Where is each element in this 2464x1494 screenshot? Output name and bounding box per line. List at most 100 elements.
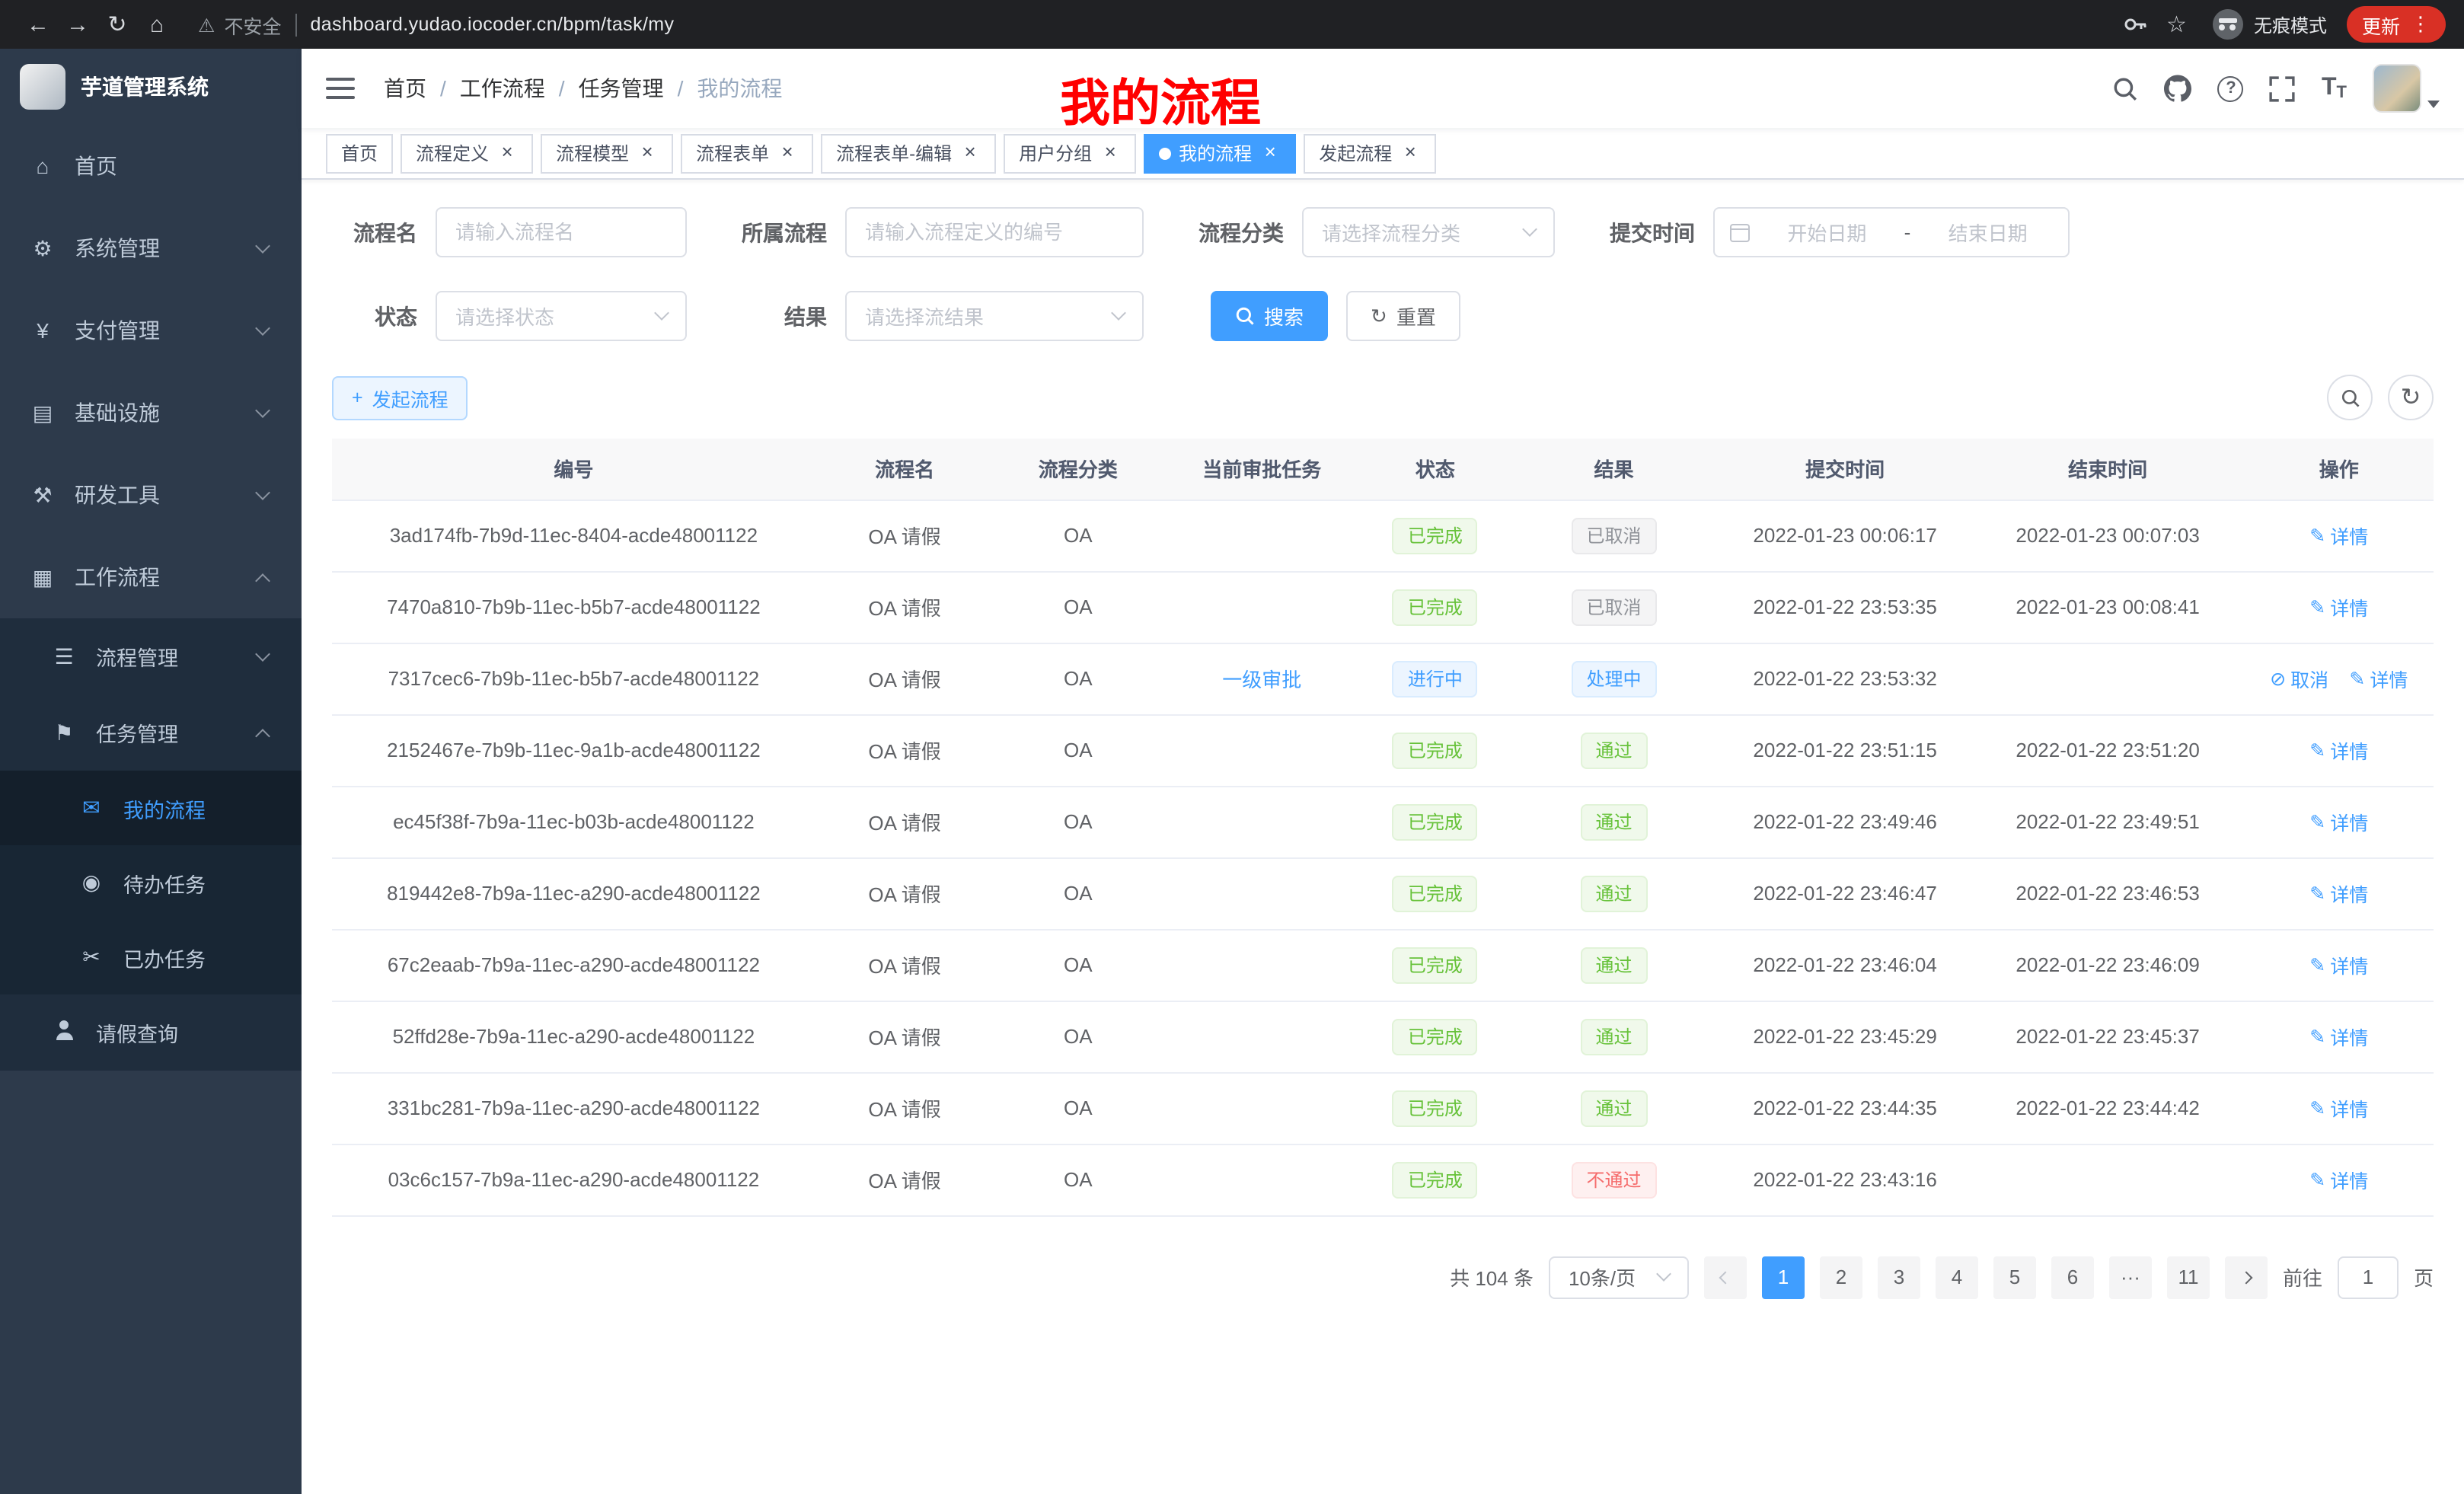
search-icon[interactable]	[2113, 75, 2139, 101]
app-logo-row[interactable]: 芋道管理系统	[0, 49, 302, 125]
cancel-link[interactable]: ⊘取消	[2270, 664, 2328, 693]
browser-menu-icon[interactable]: ⋮	[2411, 12, 2430, 37]
chevron-up-icon	[255, 573, 270, 588]
sidebar-item-system[interactable]: ⚙ 系统管理	[0, 207, 302, 289]
detail-link[interactable]: ✎详情	[2309, 1165, 2368, 1194]
parent-process-input[interactable]	[845, 207, 1144, 257]
chevron-up-icon	[255, 728, 270, 743]
sidebar-item-infrastructure[interactable]: ▤ 基础设施	[0, 372, 302, 454]
flag-icon: ⚑	[52, 720, 76, 745]
hide-search-button[interactable]	[2327, 375, 2373, 420]
page-button-3[interactable]: 3	[1878, 1256, 1920, 1298]
detail-link[interactable]: ✎详情	[2309, 1093, 2368, 1122]
jump-page-input[interactable]	[2338, 1256, 2399, 1298]
table-row: 2152467e-7b9b-11ec-9a1b-acde48001122 OA …	[332, 714, 2434, 786]
close-tab-icon[interactable]: ×	[1259, 142, 1281, 164]
current-task	[1162, 500, 1361, 571]
chevron-right-icon	[2239, 1271, 2252, 1284]
detail-link[interactable]: ✎详情	[2349, 664, 2408, 693]
incognito-badge[interactable]: 无痕模式	[2213, 9, 2327, 40]
result-tag: 已取消	[1572, 589, 1657, 625]
update-button[interactable]: 更新 ⋮	[2347, 6, 2446, 43]
sidebar-item-workflow[interactable]: ▦ 工作流程	[0, 536, 302, 618]
close-tab-icon[interactable]: ×	[1400, 142, 1421, 164]
user-menu[interactable]	[2373, 64, 2440, 113]
close-tab-icon[interactable]: ×	[959, 142, 981, 164]
result-select[interactable]: 请选择流结果	[845, 291, 1144, 341]
tab-my-process[interactable]: 我的流程 ×	[1144, 133, 1296, 173]
category-select[interactable]: 请选择流程分类	[1302, 207, 1555, 257]
status-select[interactable]: 请选择状态	[436, 291, 687, 341]
address-bar[interactable]: ⚠ 不安全 dashboard.yudao.iocoder.cn/bpm/tas…	[198, 10, 2122, 39]
font-size-icon[interactable]: TT	[2322, 75, 2347, 102]
sidebar-item-home[interactable]: ⌂ 首页	[0, 125, 302, 207]
page-button-4[interactable]: 4	[1936, 1256, 1978, 1298]
detail-link[interactable]: ✎详情	[2309, 521, 2368, 550]
reset-button[interactable]: ↻ 重置	[1346, 291, 1460, 341]
sidebar-item-done-tasks[interactable]: ✂ 已办任务	[0, 920, 302, 994]
tab-user-group[interactable]: 用户分组 ×	[1004, 133, 1136, 173]
detail-link[interactable]: ✎详情	[2309, 1022, 2368, 1051]
current-task-link[interactable]: 一级审批	[1222, 669, 1301, 691]
detail-link[interactable]: ✎详情	[2309, 592, 2368, 621]
filter-category: 流程分类 请选择流程分类	[1186, 207, 1555, 257]
sidebar-item-task-management[interactable]: ⚑ 任务管理	[0, 694, 302, 771]
tab-process-model[interactable]: 流程模型 ×	[541, 133, 673, 173]
breadcrumb-home[interactable]: 首页	[384, 73, 426, 104]
start-process-button[interactable]: + 发起流程	[332, 375, 468, 420]
submit-time-range-picker[interactable]: 开始日期 - 结束日期	[1713, 207, 2070, 257]
bookmark-star-icon[interactable]: ☆	[2166, 11, 2187, 38]
more-pages-button[interactable]: ···	[2109, 1256, 2152, 1298]
browser-back-icon[interactable]: ←	[18, 11, 58, 37]
sidebar-item-payment[interactable]: ¥ 支付管理	[0, 289, 302, 372]
sidebar-item-process-management[interactable]: ☰ 流程管理	[0, 618, 302, 694]
close-tab-icon[interactable]: ×	[777, 142, 798, 164]
detail-link[interactable]: ✎详情	[2309, 950, 2368, 979]
process-name-input[interactable]	[436, 207, 687, 257]
search-button[interactable]: 搜索	[1211, 291, 1328, 341]
tab-home[interactable]: 首页	[326, 133, 393, 173]
next-page-button[interactable]	[2225, 1256, 2268, 1298]
browser-home-icon[interactable]: ⌂	[137, 11, 177, 37]
close-tab-icon[interactable]: ×	[496, 142, 518, 164]
page-button-6[interactable]: 6	[2051, 1256, 2094, 1298]
help-icon[interactable]: ?	[2218, 75, 2244, 101]
detail-link[interactable]: ✎详情	[2309, 879, 2368, 908]
browser-forward-icon[interactable]: →	[58, 11, 97, 37]
sidebar-item-todo-tasks[interactable]: ◉ 待办任务	[0, 845, 302, 920]
fullscreen-icon[interactable]	[2270, 75, 2296, 101]
tab-process-form-edit[interactable]: 流程表单-编辑 ×	[821, 133, 996, 173]
tab-start-process[interactable]: 发起流程 ×	[1304, 133, 1436, 173]
page-button-1[interactable]: 1	[1762, 1256, 1805, 1298]
hamburger-icon[interactable]	[326, 78, 355, 99]
detail-link[interactable]: ✎详情	[2309, 736, 2368, 765]
page-size-select[interactable]: 10条/页	[1549, 1256, 1689, 1298]
sidebar-item-devtools[interactable]: ⚒ 研发工具	[0, 454, 302, 536]
close-tab-icon[interactable]: ×	[1100, 142, 1121, 164]
address-url[interactable]: dashboard.yudao.iocoder.cn/bpm/task/my	[310, 14, 674, 35]
process-category: OA	[994, 786, 1162, 857]
process-id: 331bc281-7b9a-11ec-a290-acde48001122	[332, 1072, 815, 1144]
breadcrumb-workflow[interactable]: 工作流程	[460, 73, 545, 104]
page-button-5[interactable]: 5	[1993, 1256, 2036, 1298]
prev-page-button[interactable]	[1704, 1256, 1747, 1298]
tab-process-definition[interactable]: 流程定义 ×	[401, 133, 533, 173]
refresh-icon: ↻	[2401, 382, 2421, 413]
breadcrumb-task-management[interactable]: 任务管理	[579, 73, 664, 104]
page-button-2[interactable]: 2	[1820, 1256, 1862, 1298]
sidebar-item-leave-query[interactable]: 请假查询	[0, 994, 302, 1071]
browser-reload-icon[interactable]: ↻	[97, 11, 137, 38]
edit-icon: ✎	[2309, 1168, 2325, 1191]
refresh-button[interactable]: ↻	[2388, 375, 2434, 420]
tab-process-form[interactable]: 流程表单 ×	[681, 133, 813, 173]
avatar[interactable]	[2373, 64, 2421, 113]
security-status[interactable]: ⚠ 不安全	[198, 10, 281, 39]
page-button-11[interactable]: 11	[2167, 1256, 2210, 1298]
detail-link[interactable]: ✎详情	[2309, 807, 2368, 836]
chevron-down-icon	[654, 305, 669, 321]
sidebar-item-my-process[interactable]: ✉ 我的流程	[0, 771, 302, 845]
github-icon[interactable]	[2165, 75, 2192, 102]
password-key-icon[interactable]	[2122, 12, 2146, 37]
close-tab-icon[interactable]: ×	[637, 142, 658, 164]
result-tag: 已取消	[1572, 517, 1657, 554]
